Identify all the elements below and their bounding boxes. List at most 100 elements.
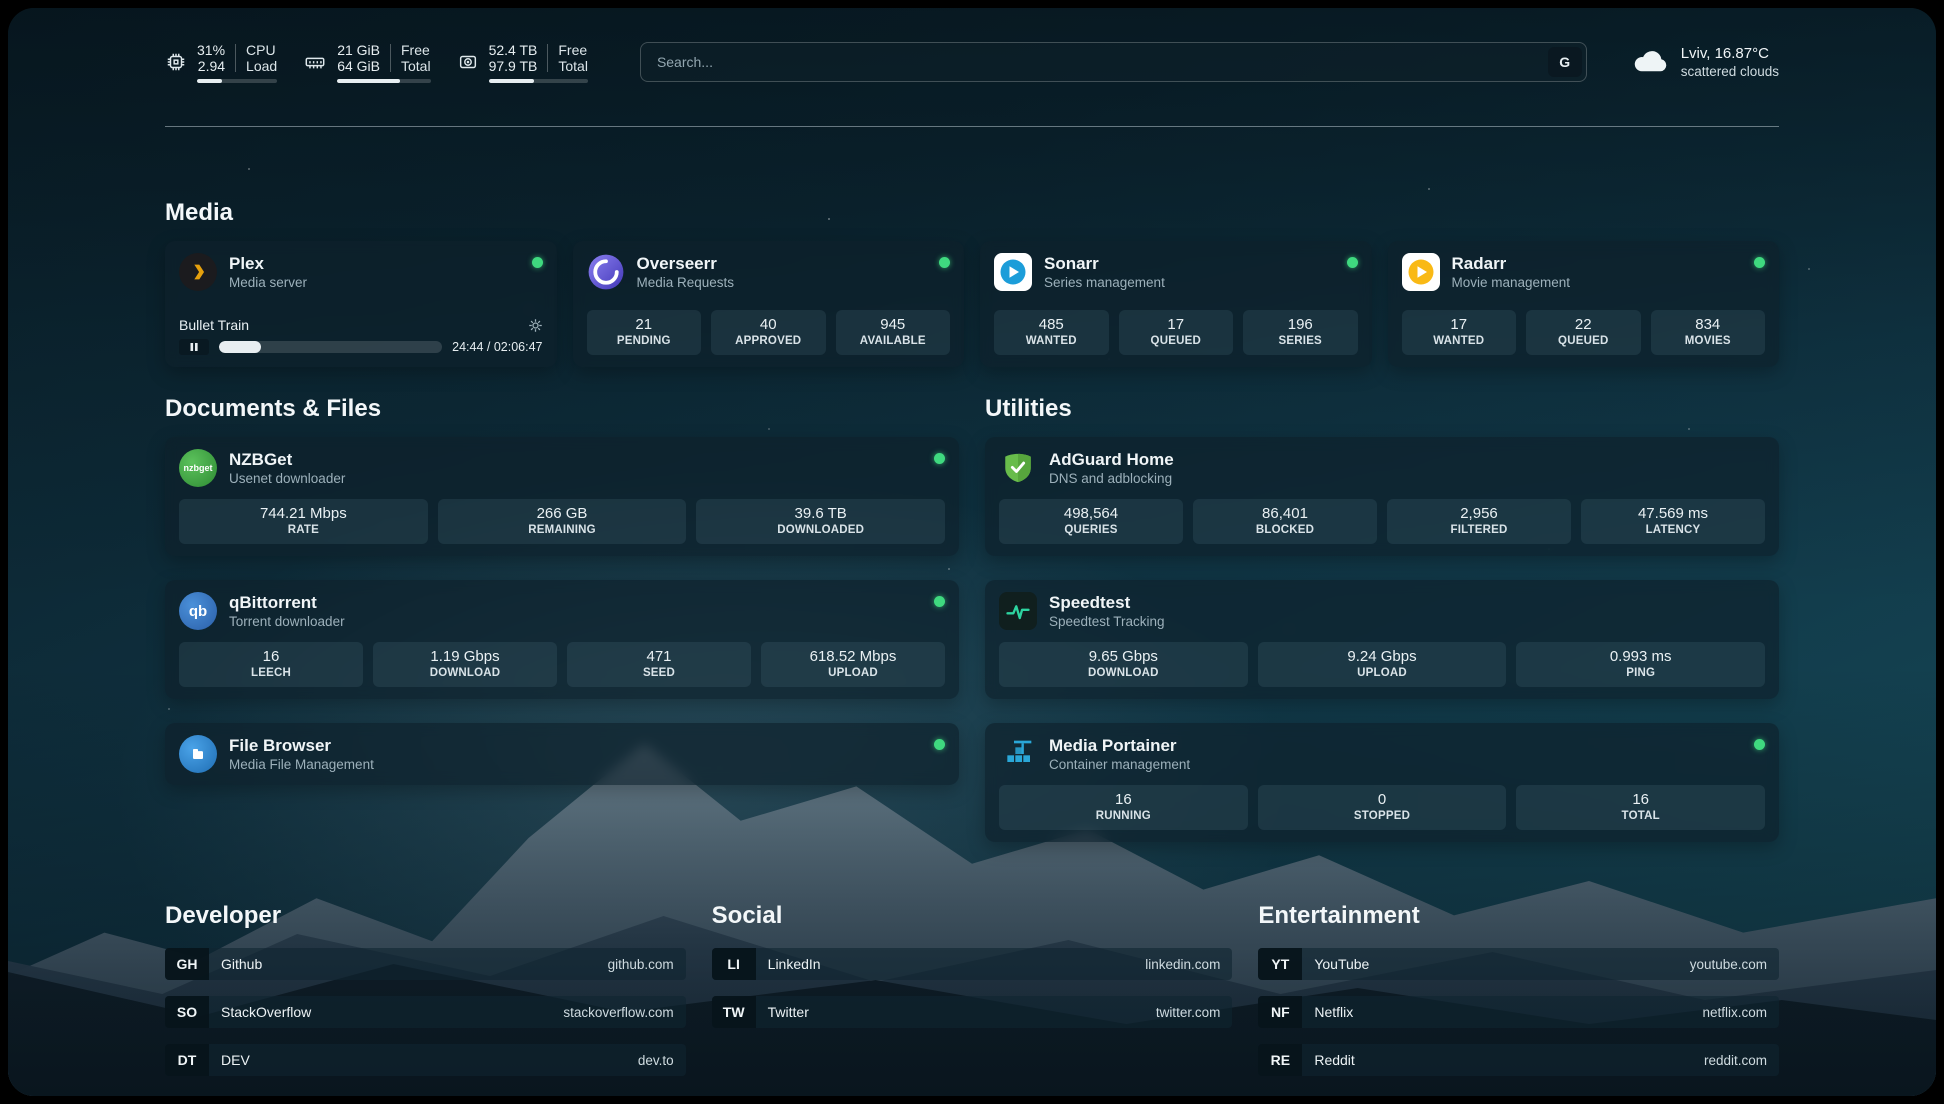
social-heading: Social: [712, 902, 1233, 930]
cpu-load-label: Load: [246, 58, 277, 74]
memory-total-value: 64 GiB: [337, 58, 380, 74]
stat-queued: 22 QUEUED: [1526, 310, 1641, 355]
background-snow-specks: [8, 8, 10, 10]
disk-widget: 52.4 TB 97.9 TB Free Total: [457, 42, 588, 83]
stat-movies: 834 MOVIES: [1651, 310, 1766, 355]
entertainment-heading: Entertainment: [1258, 902, 1779, 930]
cpu-usage-value: 31%: [197, 42, 225, 58]
bookmark-reddit[interactable]: RE Reddit reddit.com: [1258, 1044, 1779, 1076]
bookmark-abbr: LI: [712, 948, 756, 980]
status-dot: [939, 257, 950, 268]
filebrowser-icon: [179, 735, 217, 773]
bookmark-dev[interactable]: DT DEV dev.to: [165, 1044, 686, 1076]
section-media: Media Plex Media server: [165, 199, 1779, 367]
app-name: Media Portainer: [1049, 735, 1742, 756]
search-box[interactable]: G: [640, 42, 1587, 82]
dashboard-screen: 31% 2.94 CPU Load: [8, 8, 1936, 1096]
card-nzbget[interactable]: nzbget NZBGet Usenet downloader: [165, 437, 959, 556]
section-documents-files: Documents & Files nzbget NZBGet Usenet d…: [165, 395, 959, 842]
plex-now-playing: Bullet Train: [179, 313, 543, 355]
sonarr-icon: [994, 253, 1032, 291]
bookmark-name: LinkedIn: [768, 956, 821, 972]
cpu-widget: 31% 2.94 CPU Load: [165, 42, 277, 83]
card-radarr[interactable]: Radarr Movie management 17 WANTED 2: [1388, 241, 1780, 367]
cpu-icon: [165, 51, 187, 73]
nzbget-icon: nzbget: [179, 449, 217, 487]
bookmark-abbr: YT: [1258, 948, 1302, 980]
status-dot: [1754, 739, 1765, 750]
card-overseerr[interactable]: Overseerr Media Requests 21 PENDING: [573, 241, 965, 367]
app-name: Overseerr: [637, 253, 928, 274]
bookmark-name: StackOverflow: [221, 1004, 311, 1020]
bookmark-name: DEV: [221, 1052, 250, 1068]
bookmark-url: reddit.com: [1704, 1053, 1767, 1068]
playback-progress-bar[interactable]: [219, 341, 442, 353]
bookmark-linkedin[interactable]: LI LinkedIn linkedin.com: [712, 948, 1233, 980]
stat-series: 196 SERIES: [1243, 310, 1358, 355]
bookmark-abbr: RE: [1258, 1044, 1302, 1076]
cloud-icon: [1631, 47, 1669, 78]
app-subtitle: Media Requests: [637, 274, 928, 291]
bookmark-name: YouTube: [1314, 956, 1369, 972]
card-portainer[interactable]: Media Portainer Container management 16 …: [985, 723, 1779, 842]
memory-icon: [303, 51, 327, 73]
stat-upload: 9.24 Gbps UPLOAD: [1258, 642, 1507, 687]
card-speedtest[interactable]: Speedtest Speedtest Tracking 9.65 Gbps D…: [985, 580, 1779, 699]
bookmark-stackoverflow[interactable]: SO StackOverflow stackoverflow.com: [165, 996, 686, 1028]
app-name: Speedtest: [1049, 592, 1765, 613]
app-name: Plex: [229, 253, 520, 274]
status-dot: [1347, 257, 1358, 268]
stat-download: 9.65 Gbps DOWNLOAD: [999, 642, 1248, 687]
bookmark-url: youtube.com: [1690, 957, 1767, 972]
card-adguard-home[interactable]: AdGuard Home DNS and adblocking 498,564 …: [985, 437, 1779, 556]
app-name: qBittorrent: [229, 592, 922, 613]
search-input[interactable]: [640, 42, 1587, 82]
app-name: File Browser: [229, 735, 922, 756]
memory-total-label: Total: [401, 58, 431, 74]
memory-free-value: 21 GiB: [337, 42, 380, 58]
bookmark-netflix[interactable]: NF Netflix netflix.com: [1258, 996, 1779, 1028]
stat-latency: 47.569 ms LATENCY: [1581, 499, 1765, 544]
status-dot: [934, 596, 945, 607]
topbar: 31% 2.94 CPU Load: [165, 38, 1779, 86]
widget-separator: [390, 44, 391, 72]
stat-approved: 40 APPROVED: [711, 310, 826, 355]
bookmark-url: netflix.com: [1702, 1005, 1767, 1020]
bookmark-youtube[interactable]: YT YouTube youtube.com: [1258, 948, 1779, 980]
section-entertainment: Entertainment YT YouTube youtube.com NF …: [1258, 902, 1779, 1076]
utilities-heading: Utilities: [985, 395, 1779, 423]
qbittorrent-icon: qb: [179, 592, 217, 630]
stat-ping: 0.993 ms PING: [1516, 642, 1765, 687]
stat-queries: 498,564 QUERIES: [999, 499, 1183, 544]
speedtest-icon: [999, 592, 1037, 630]
bookmark-twitter[interactable]: TW Twitter twitter.com: [712, 996, 1233, 1028]
topbar-divider: [165, 126, 1779, 127]
memory-progress-bar: [337, 79, 430, 83]
section-developer: Developer GH Github github.com SO StackO…: [165, 902, 686, 1076]
card-filebrowser[interactable]: File Browser Media File Management: [165, 723, 959, 785]
gear-icon[interactable]: [528, 318, 543, 333]
search-engine-button[interactable]: G: [1548, 47, 1582, 77]
stat-queued: 17 QUEUED: [1119, 310, 1234, 355]
pause-button[interactable]: [179, 339, 209, 355]
developer-heading: Developer: [165, 902, 686, 930]
card-plex[interactable]: Plex Media server Bullet Train: [165, 241, 557, 367]
bookmark-github[interactable]: GH Github github.com: [165, 948, 686, 980]
bookmark-url: dev.to: [638, 1053, 674, 1068]
bookmark-url: github.com: [608, 957, 674, 972]
disk-free-label: Free: [558, 42, 588, 58]
app-subtitle: Media File Management: [229, 756, 922, 773]
cpu-load-value: 2.94: [197, 58, 225, 74]
app-subtitle: Torrent downloader: [229, 613, 922, 630]
stat-pending: 21 PENDING: [587, 310, 702, 355]
bookmark-url: linkedin.com: [1145, 957, 1220, 972]
stat-remaining: 266 GB REMAINING: [438, 499, 687, 544]
stat-total: 16 TOTAL: [1516, 785, 1765, 830]
plex-icon: [179, 253, 217, 291]
app-subtitle: Speedtest Tracking: [1049, 613, 1765, 630]
memory-free-label: Free: [401, 42, 431, 58]
app-subtitle: Container management: [1049, 756, 1742, 773]
card-sonarr[interactable]: Sonarr Series management 485 WANTED: [980, 241, 1372, 367]
card-qbittorrent[interactable]: qb qBittorrent Torrent downloader: [165, 580, 959, 699]
disk-total-value: 97.9 TB: [489, 58, 538, 74]
